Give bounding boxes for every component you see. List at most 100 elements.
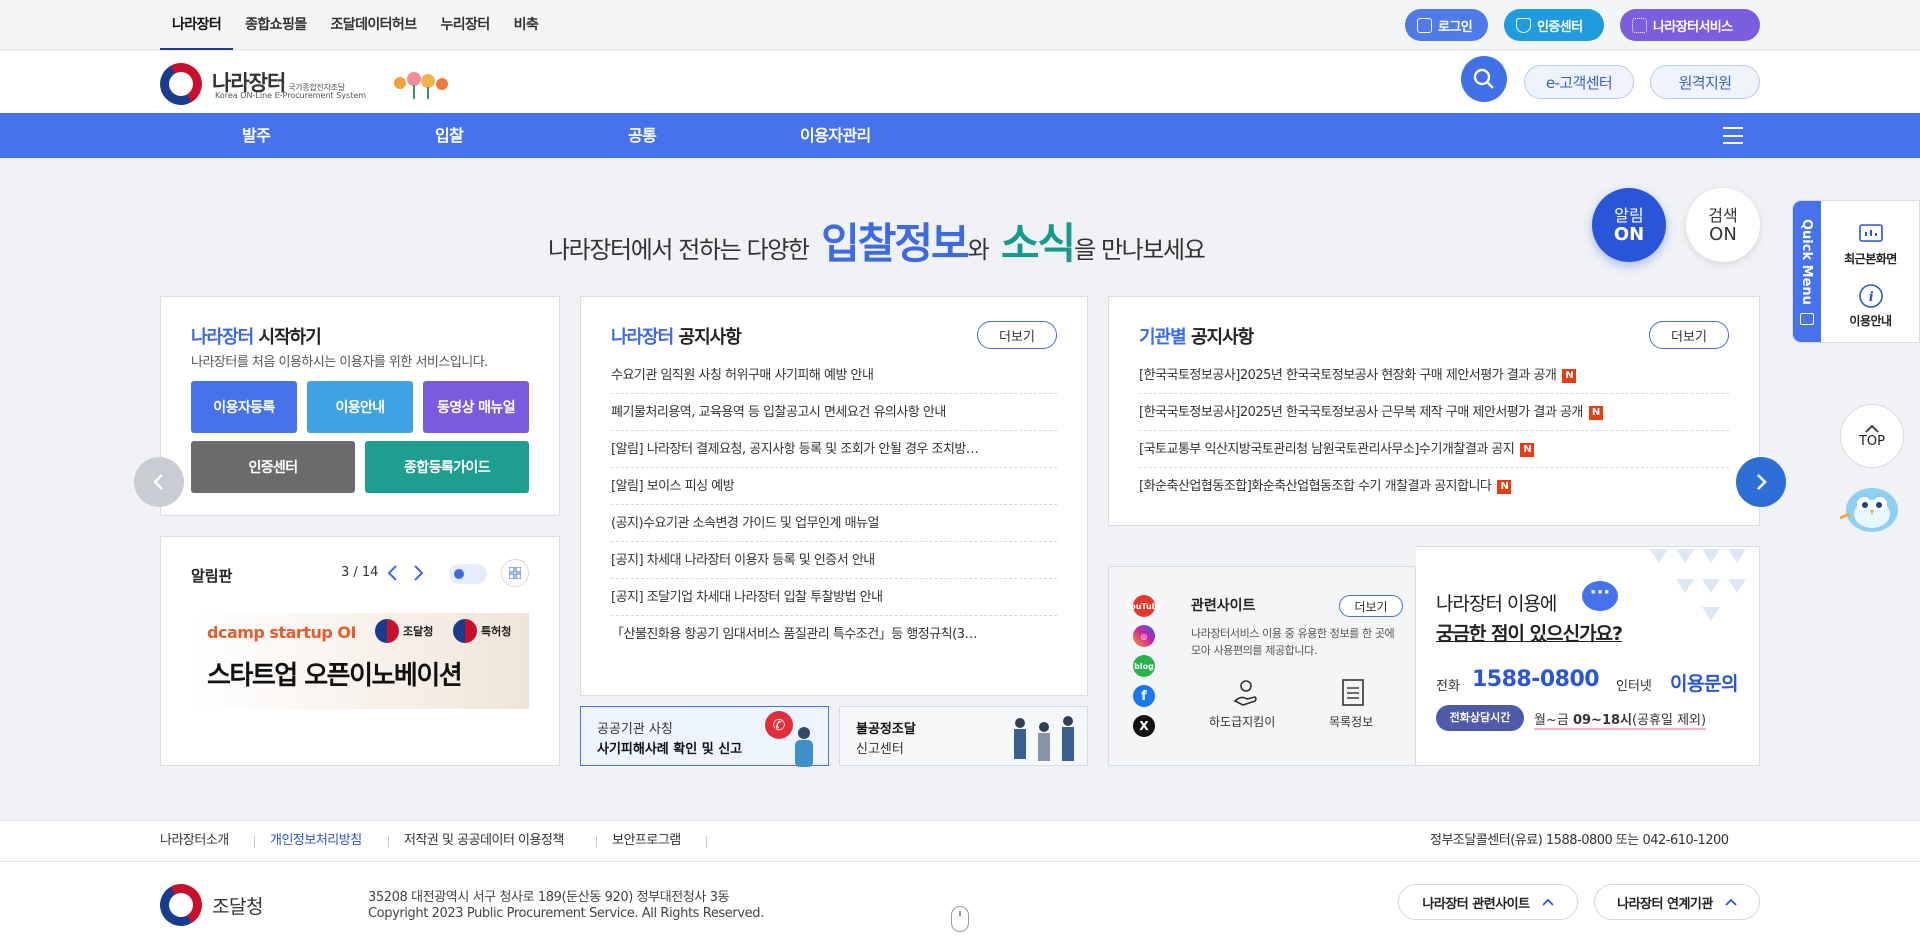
usage-guide-link[interactable]: i 이용안내 [1821,283,1920,329]
prev-chevron-icon[interactable] [386,564,400,582]
info-icon: i [1858,284,1883,308]
board-banner[interactable]: dcamp startup OI 조달청 특허청 스타트업 오픈이노베이션 [191,613,529,709]
blog-icon[interactable]: blog [1133,655,1155,677]
video-manual-button[interactable]: 동영상 매뉴얼 [423,381,529,433]
agency-notice-item[interactable]: [한국국토정보공사]2025년 한국국토정보공사 현장화 구매 제안서평가 결과… [1139,357,1729,394]
footer-link-copyright[interactable]: 저작권 및 공공데이터 이용정책 [404,821,564,861]
main-nav-order[interactable]: 발주 [242,113,271,158]
login-button[interactable]: 로그인 [1405,9,1488,41]
notice-item[interactable]: [알림] 나라장터 결제요청, 공지사항 등록 및 조회가 안될 경우 조치방… [611,431,1057,468]
youtube-icon[interactable]: YouTube [1125,595,1163,617]
agency-notice-item[interactable]: [화순축산업협동조합]화순축산업협동조합 수기 개찰결과 공지합니다 N [1139,468,1729,505]
board-grid-button[interactable] [501,559,529,587]
next-chevron-icon[interactable] [411,564,425,582]
site-nav-data-hub[interactable]: 조달데이터허브 [319,0,429,50]
agency-notice-list: [한국국토정보공사]2025년 한국국토정보공사 현장화 구매 제안서평가 결과… [1139,357,1729,505]
linked-agencies-dropdown[interactable]: 나라장터 연계기관 [1594,884,1760,920]
recent-screen-link[interactable]: 최근본화면 [1821,223,1920,267]
footer-callcenter: 정부조달콜센터(유료) 1588-0800 또는 042-610-1200 [1430,833,1729,848]
slide-next-button[interactable] [1736,457,1786,507]
main-nav-common[interactable]: 공통 [628,113,657,158]
new-badge: N [1520,442,1535,457]
flowers-icon [394,72,448,99]
utility-bar: 나라장터 종합쇼핑몰 조달데이터허브 누리장터 비축 로그인 인증센터 나라장터… [0,0,1920,50]
illegal-report-banner[interactable]: 불공정조달 신고센터 [839,706,1088,766]
grid-icon [1632,17,1647,33]
agency-notice-panel: 기관별 공지사항 더보기 [한국국토정보공사]2025년 한국국토정보공사 현장… [1108,296,1760,526]
main-nav: 발주 입찰 공통 이용자관리 [0,113,1920,158]
main-nav-bid[interactable]: 입찰 [435,113,464,158]
divider [706,836,707,848]
footer-link-security[interactable]: 보안프로그램 [612,821,681,861]
kpps-emblem-icon [375,619,399,643]
notice-item[interactable]: [공지] 차세대 나라장터 이용자 등록 및 인증서 안내 [611,542,1057,579]
board-panel: 알림판 3 / 14 dcamp startup OI 조달청 특허청 스타트업… [160,536,560,766]
site-nav-nuri[interactable]: 누리장터 [429,0,502,50]
subcontract-link[interactable]: 하도급지킴이 [1209,713,1275,730]
consult-hours: 월~금 09~18시(공휴일 제외) [1534,709,1707,730]
site-nav-shopping-mall[interactable]: 종합쇼핑몰 [233,0,318,50]
search-button[interactable] [1461,56,1507,102]
site-nav-narajangteo[interactable]: 나라장터 [160,0,234,50]
registration-guide-button[interactable]: 종합등록가이드 [365,441,529,493]
agency-notice-item[interactable]: [한국국토정보공사]2025년 한국국토정보공사 근무복 제작 구매 제안서평가… [1139,394,1729,431]
footer-org-name: 조달청 [212,896,263,918]
related-more-button[interactable]: 더보기 [1339,595,1403,617]
cert-center-start-button[interactable]: 인증센터 [191,441,355,493]
chevron-up-icon [1725,898,1737,906]
hours-badge: 전화상담시간 [1436,705,1524,731]
menu-icon[interactable] [1723,127,1743,144]
banner-brand: dcamp startup OI [207,623,356,642]
headline: 나라장터에서 전하는 다양한 입찰정보와 소식을 만나보세요 [548,219,1206,268]
quick-menu-tab[interactable]: Quick Menu [1793,201,1821,342]
remote-support-button[interactable]: 원격지원 [1650,65,1760,99]
notice-more-button[interactable]: 더보기 [977,321,1057,349]
chevron-up-icon [1541,898,1554,906]
notice-item[interactable]: 「산불진화용 항공기 임대서비스 품질관리 특수조건」등 행정규칙(3… [611,616,1057,653]
notice-item[interactable]: [공지] 조달기업 차세대 나라장터 입찰 투찰방법 안내 [611,579,1057,616]
main-nav-user-mgmt[interactable]: 이용자관리 [800,113,871,158]
start-panel: 나라장터 시작하기 나라장터를 처음 이용하시는 이용자를 위한 서비스입니다.… [160,296,560,516]
related-sites-dropdown[interactable]: 나라장터 관련사이트 [1398,884,1578,920]
quick-menu: Quick Menu 최근본화면 i 이용안내 [1792,200,1920,343]
header: 나라장터 국가종합전자조달 Korea ON-Line E-Procurement… [0,51,1920,113]
taegeuk-logo-icon[interactable] [152,55,210,113]
user-register-button[interactable]: 이용자등록 [191,381,297,433]
shield-icon [1516,17,1531,33]
notice-item[interactable]: [알림] 보이스 피싱 예방 [611,468,1057,505]
autoplay-toggle[interactable] [449,564,487,584]
footer-link-about[interactable]: 나라장터소개 [160,821,229,861]
agency-notice-item[interactable]: [국토교통부 익산지방국토관리청 남원국토관리사무소]수기개찰결과 공지 N [1139,431,1729,468]
fraud-report-banner[interactable]: 공공기관 사칭 사기피해사례 확인 및 신고 ✆ [580,706,829,767]
svg-text:i: i [1868,290,1873,305]
notice-list: 수요기관 임직원 사칭 허위구매 사기피해 예방 안내 폐기물처리용역, 교육용… [611,357,1057,653]
footer-copyright: Copyright 2023 Public Procurement Servic… [368,906,764,921]
facebook-icon[interactable]: f [1133,685,1155,707]
banner-title: 스타트업 오픈이노베이션 [207,661,463,691]
notice-item[interactable]: (공지)수요기관 소속변경 가이드 및 업무인계 매뉴얼 [611,505,1057,542]
top-button[interactable]: TOP [1840,404,1904,468]
notice-item[interactable]: 수요기관 임직원 사칭 허위구매 사기피해 예방 안내 [611,357,1057,394]
catalog-link[interactable]: 목록정보 [1329,713,1373,730]
collapse-icon [1800,313,1814,325]
phone-number[interactable]: 1588-0800 [1472,667,1600,692]
cert-center-button[interactable]: 인증센터 [1504,9,1604,41]
x-icon[interactable]: X [1133,715,1155,737]
contact-panel: 나라장터 이용에 ··· 궁금한 점이 있으신가요? 전화 1588-0800 … [1416,546,1760,766]
board-page-indicator: 3 / 14 [341,565,379,580]
services-button[interactable]: 나라장터서비스 [1620,9,1760,41]
notice-item[interactable]: 폐기물처리용역, 교육용역 등 입찰공고시 면세요건 유의사항 안내 [611,394,1057,431]
usage-guide-button[interactable]: 이용안내 [307,381,413,433]
chatbot-mascot-icon[interactable] [1836,478,1902,536]
e-customer-center-button[interactable]: e-고객센터 [1524,65,1634,99]
site-nav-stockpile[interactable]: 비축 [502,0,551,50]
inquiry-link[interactable]: 이용문의 [1670,669,1738,696]
chat-bubble-icon: ··· [1582,581,1618,611]
footer-link-privacy[interactable]: 개인정보처리방침 [270,821,362,861]
agency-more-button[interactable]: 더보기 [1649,321,1729,349]
agency-title: 기관별 공지사항 [1139,327,1254,348]
search-on-toggle[interactable]: 검색 ON [1686,188,1760,262]
instagram-icon[interactable]: ◎ [1133,625,1155,647]
slide-prev-button[interactable] [134,457,184,507]
alert-on-toggle[interactable]: 알림 ON [1592,188,1666,262]
